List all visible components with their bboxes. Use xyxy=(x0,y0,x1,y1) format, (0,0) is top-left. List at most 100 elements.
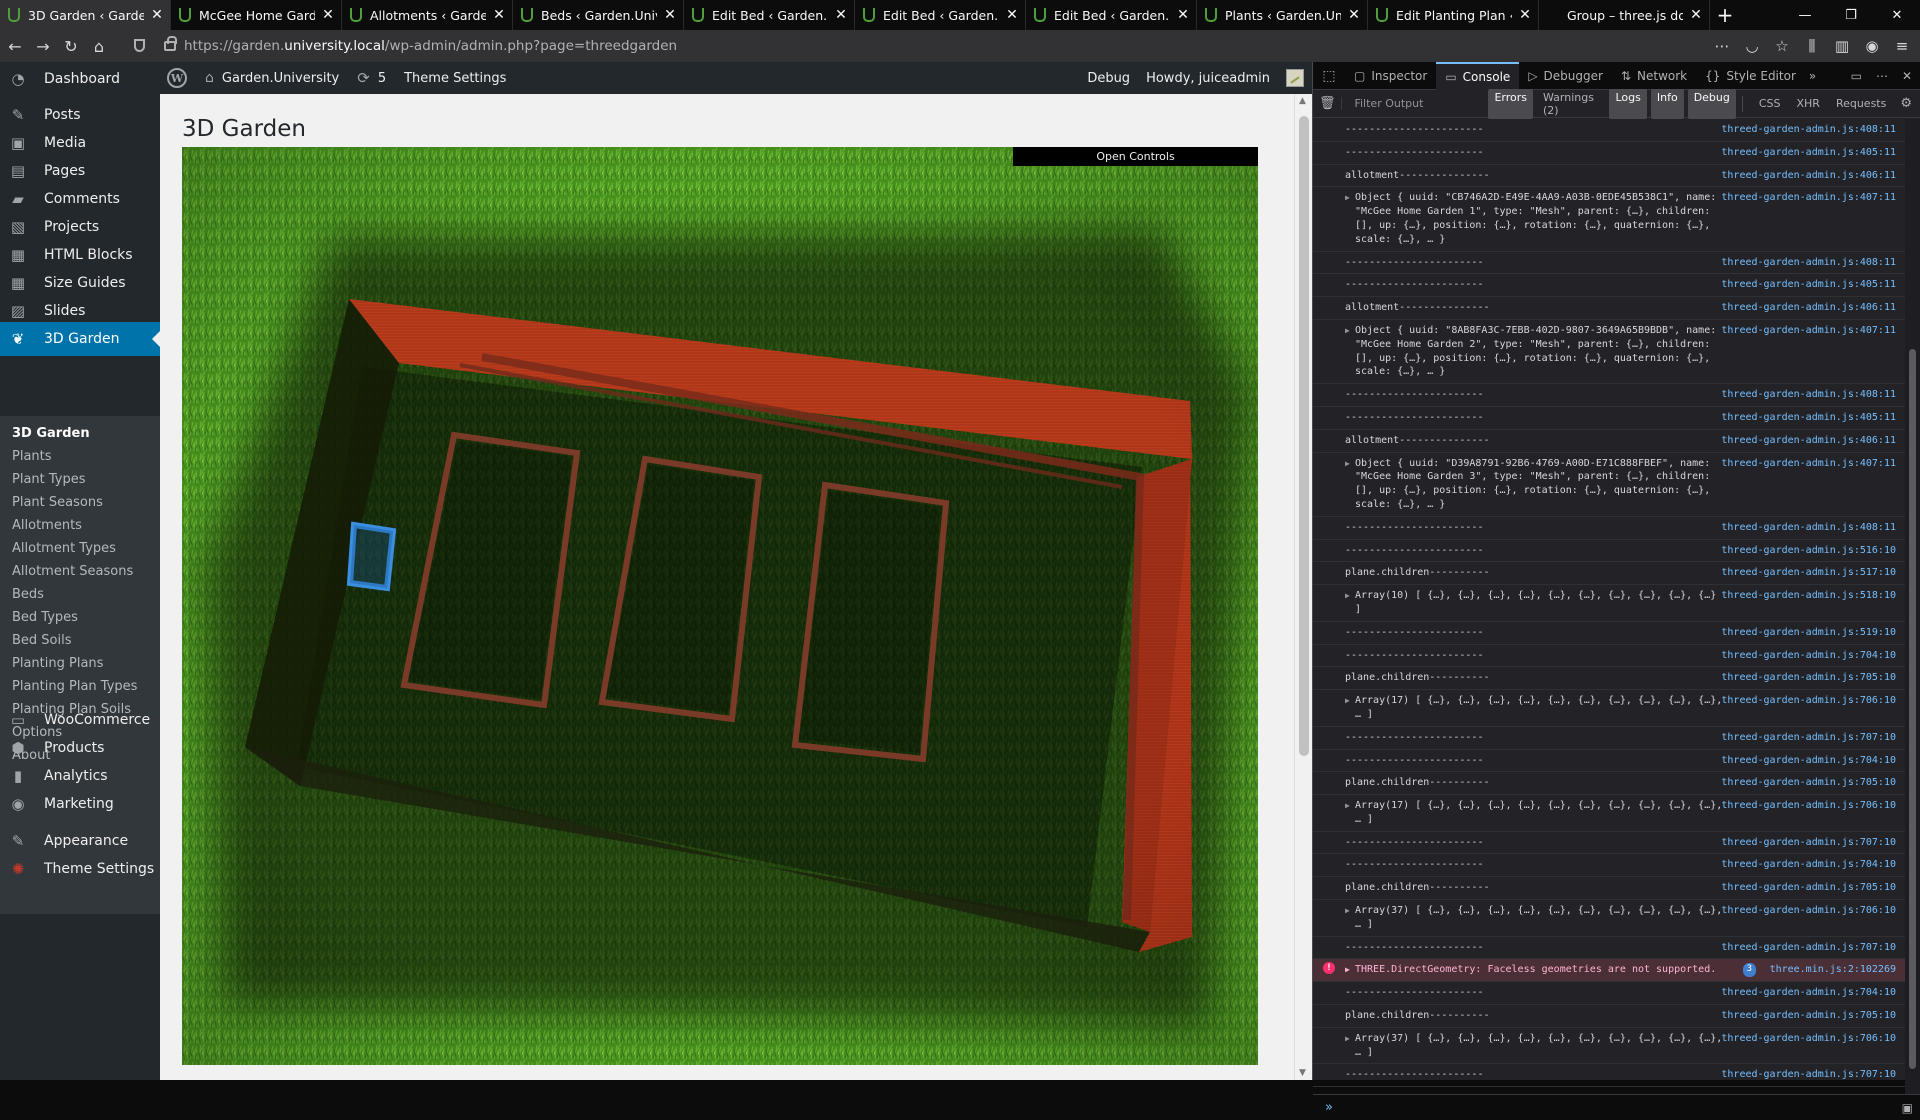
browser-tab[interactable]: Edit Bed ‹ Garden.Un ✕ xyxy=(684,0,855,30)
console-source-link[interactable]: threed-garden-admin.js:706:10 xyxy=(1721,799,1896,813)
updates-link[interactable]: ⟳ 5 xyxy=(357,69,386,87)
filter-info[interactable]: Info xyxy=(1650,88,1684,119)
console-source-link[interactable]: threed-garden-admin.js:407:11 xyxy=(1721,191,1896,205)
console-source-link[interactable]: threed-garden-admin.js:405:11 xyxy=(1721,146,1896,160)
console-source-link[interactable]: threed-garden-admin.js:706:10 xyxy=(1721,904,1896,918)
submenu-item[interactable]: Beds xyxy=(12,587,44,602)
new-tab-button[interactable]: + xyxy=(1710,0,1740,30)
console-source-link[interactable]: threed-garden-admin.js:406:11 xyxy=(1721,169,1896,183)
close-tab-icon[interactable]: ✕ xyxy=(492,7,506,23)
more-tools-icon[interactable]: » xyxy=(1809,69,1816,83)
close-tab-icon[interactable]: ✕ xyxy=(1518,7,1532,23)
pocket-icon[interactable]: ◡ xyxy=(1740,33,1764,59)
devtools-menu-icon[interactable]: ⋯ xyxy=(1876,69,1888,83)
console-source-link[interactable]: threed-garden-admin.js:408:11 xyxy=(1721,521,1896,535)
console-source-link[interactable]: threed-garden-admin.js:519:10 xyxy=(1721,626,1896,640)
filter-debug[interactable]: Debug xyxy=(1687,88,1736,119)
console-source-link[interactable]: threed-garden-admin.js:705:10 xyxy=(1721,881,1896,895)
filter-logs[interactable]: Logs xyxy=(1609,88,1647,119)
submenu-item[interactable]: Plants xyxy=(12,449,52,464)
sidebar-item-3d-garden[interactable]: ❦ 3D Garden xyxy=(0,322,160,356)
devtools-tab-console[interactable]: ▭ Console xyxy=(1436,61,1520,90)
submenu-item[interactable]: Planting Plan Types xyxy=(12,679,137,694)
element-picker-icon[interactable]: ⬚ xyxy=(1313,68,1345,84)
console-source-link[interactable]: threed-garden-admin.js:705:10 xyxy=(1721,1009,1896,1023)
close-tab-icon[interactable]: ✕ xyxy=(1005,7,1019,23)
menu-icon[interactable]: ≡ xyxy=(1890,33,1914,59)
sidebar-item-theme-settings[interactable]: ✺ Theme Settings xyxy=(0,852,160,886)
split-console-icon[interactable]: ▣ xyxy=(1902,1101,1913,1115)
console-source-link[interactable]: threed-garden-admin.js:704:10 xyxy=(1721,986,1896,1000)
submenu-item[interactable]: Bed Soils xyxy=(12,633,72,648)
submenu-item[interactable]: Plant Seasons xyxy=(12,495,103,510)
console-source-link[interactable]: threed-garden-admin.js:705:10 xyxy=(1721,671,1896,685)
console-scrollbar-thumb[interactable] xyxy=(1909,349,1916,1069)
sidebar-toggle-icon[interactable]: ▥ xyxy=(1830,33,1854,59)
scroll-down-icon[interactable]: ▼ xyxy=(1299,1068,1306,1078)
expand-triangle-icon[interactable]: ▶ xyxy=(1345,589,1350,603)
console-source-link[interactable]: three.min.js:2:102269 xyxy=(1770,963,1896,977)
devtools-tab-inspector[interactable]: ▢ Inspector xyxy=(1345,62,1436,90)
bookmark-star-icon[interactable]: ☆ xyxy=(1770,33,1794,59)
expand-triangle-icon[interactable]: ▶ xyxy=(1345,963,1350,977)
close-tab-icon[interactable]: ✕ xyxy=(1689,7,1703,23)
console-log-row[interactable]: ▶ Array(17) [ {…}, {…}, {…}, {…}, {…}, {…… xyxy=(1313,690,1906,727)
theme-settings-link[interactable]: Theme Settings xyxy=(404,71,506,86)
sidebar-item-marketing[interactable]: ◉ Marketing xyxy=(0,787,160,821)
console-source-link[interactable]: threed-garden-admin.js:704:10 xyxy=(1721,649,1896,663)
browser-tab[interactable]: Edit Planting Plan ‹ G ✕ xyxy=(1368,0,1539,30)
console-source-link[interactable]: threed-garden-admin.js:408:11 xyxy=(1721,388,1896,402)
console-source-link[interactable]: threed-garden-admin.js:707:10 xyxy=(1721,1068,1896,1082)
console-scrollbar[interactable] xyxy=(1905,119,1920,1094)
console-input[interactable]: » ▣ xyxy=(1313,1094,1920,1120)
console-source-link[interactable]: threed-garden-admin.js:518:10 xyxy=(1721,589,1896,603)
devtools-tab-network[interactable]: ⇅ Network xyxy=(1612,62,1696,90)
expand-triangle-icon[interactable]: ▶ xyxy=(1345,799,1350,813)
console-source-link[interactable]: threed-garden-admin.js:406:11 xyxy=(1721,301,1896,315)
close-tab-icon[interactable]: ✕ xyxy=(663,7,677,23)
close-tab-icon[interactable]: ✕ xyxy=(834,7,848,23)
console-log-row[interactable]: ▶ Array(10) [ {…}, {…}, {…}, {…}, {…}, {…… xyxy=(1313,585,1906,622)
submenu-item[interactable]: Bed Types xyxy=(12,610,78,625)
console-source-link[interactable]: threed-garden-admin.js:704:10 xyxy=(1721,858,1896,872)
home-icon[interactable]: ⌂ xyxy=(86,33,112,59)
browser-tab[interactable]: Edit Bed ‹ Garden.Un ✕ xyxy=(1026,0,1197,30)
page-actions-icon[interactable]: ⋯ xyxy=(1710,33,1734,59)
console-source-link[interactable]: threed-garden-admin.js:408:11 xyxy=(1721,256,1896,270)
browser-tab[interactable]: McGee Home Garden ✕ xyxy=(171,0,342,30)
expand-triangle-icon[interactable]: ▶ xyxy=(1345,457,1350,471)
console-source-link[interactable]: threed-garden-admin.js:405:11 xyxy=(1721,411,1896,425)
console-source-link[interactable]: threed-garden-admin.js:706:10 xyxy=(1721,694,1896,708)
account-icon[interactable]: ◉ xyxy=(1860,33,1884,59)
url-bar[interactable]: https://garden. university.local/wp-admin… xyxy=(134,33,1794,59)
browser-tab[interactable]: Beds ‹ Garden.Unive ✕ xyxy=(513,0,684,30)
close-tab-icon[interactable]: ✕ xyxy=(150,7,164,23)
filter-errors[interactable]: Errors xyxy=(1488,88,1533,119)
submenu-item[interactable]: Allotment Seasons xyxy=(12,564,133,579)
forward-icon[interactable]: → xyxy=(30,33,56,59)
console-source-link[interactable]: threed-garden-admin.js:406:11 xyxy=(1721,434,1896,448)
expand-triangle-icon[interactable]: ▶ xyxy=(1345,694,1350,708)
scrollbar-thumb[interactable] xyxy=(1299,116,1309,756)
browser-tab[interactable]: Plants ‹ Garden.Univ ✕ xyxy=(1197,0,1368,30)
expand-triangle-icon[interactable]: ▶ xyxy=(1345,191,1350,205)
open-controls-button[interactable]: Open Controls xyxy=(1013,147,1258,166)
console-source-link[interactable]: threed-garden-admin.js:408:11 xyxy=(1721,123,1896,137)
expand-triangle-icon[interactable]: ▶ xyxy=(1345,1032,1350,1046)
lock-icon[interactable] xyxy=(164,36,177,51)
wordpress-logo-icon[interactable]: W xyxy=(167,68,187,88)
console-source-link[interactable]: threed-garden-admin.js:407:11 xyxy=(1721,457,1896,471)
console-error-row[interactable]: ! ▶ 3 THREE.DirectGeometry: Faceless geomet… xyxy=(1313,959,1906,983)
console-log-row[interactable]: ▶ Array(37) [ {…}, {…}, {…}, {…}, {…}, {…… xyxy=(1313,1028,1906,1065)
threejs-canvas[interactable]: Open Controls xyxy=(182,147,1258,1065)
submenu-item[interactable]: Allotment Types xyxy=(12,541,116,556)
console-source-link[interactable]: threed-garden-admin.js:405:11 xyxy=(1721,278,1896,292)
avatar[interactable] xyxy=(1286,69,1304,87)
restore-icon[interactable]: ❐ xyxy=(1828,0,1874,30)
submenu-item[interactable]: Plant Types xyxy=(12,472,86,487)
submenu-item[interactable]: Allotments xyxy=(12,518,82,533)
submenu-item[interactable]: 3D Garden xyxy=(12,426,90,441)
close-tab-icon[interactable]: ✕ xyxy=(1347,7,1361,23)
close-window-icon[interactable]: ✕ xyxy=(1874,0,1920,30)
console-source-link[interactable]: threed-garden-admin.js:517:10 xyxy=(1721,566,1896,580)
